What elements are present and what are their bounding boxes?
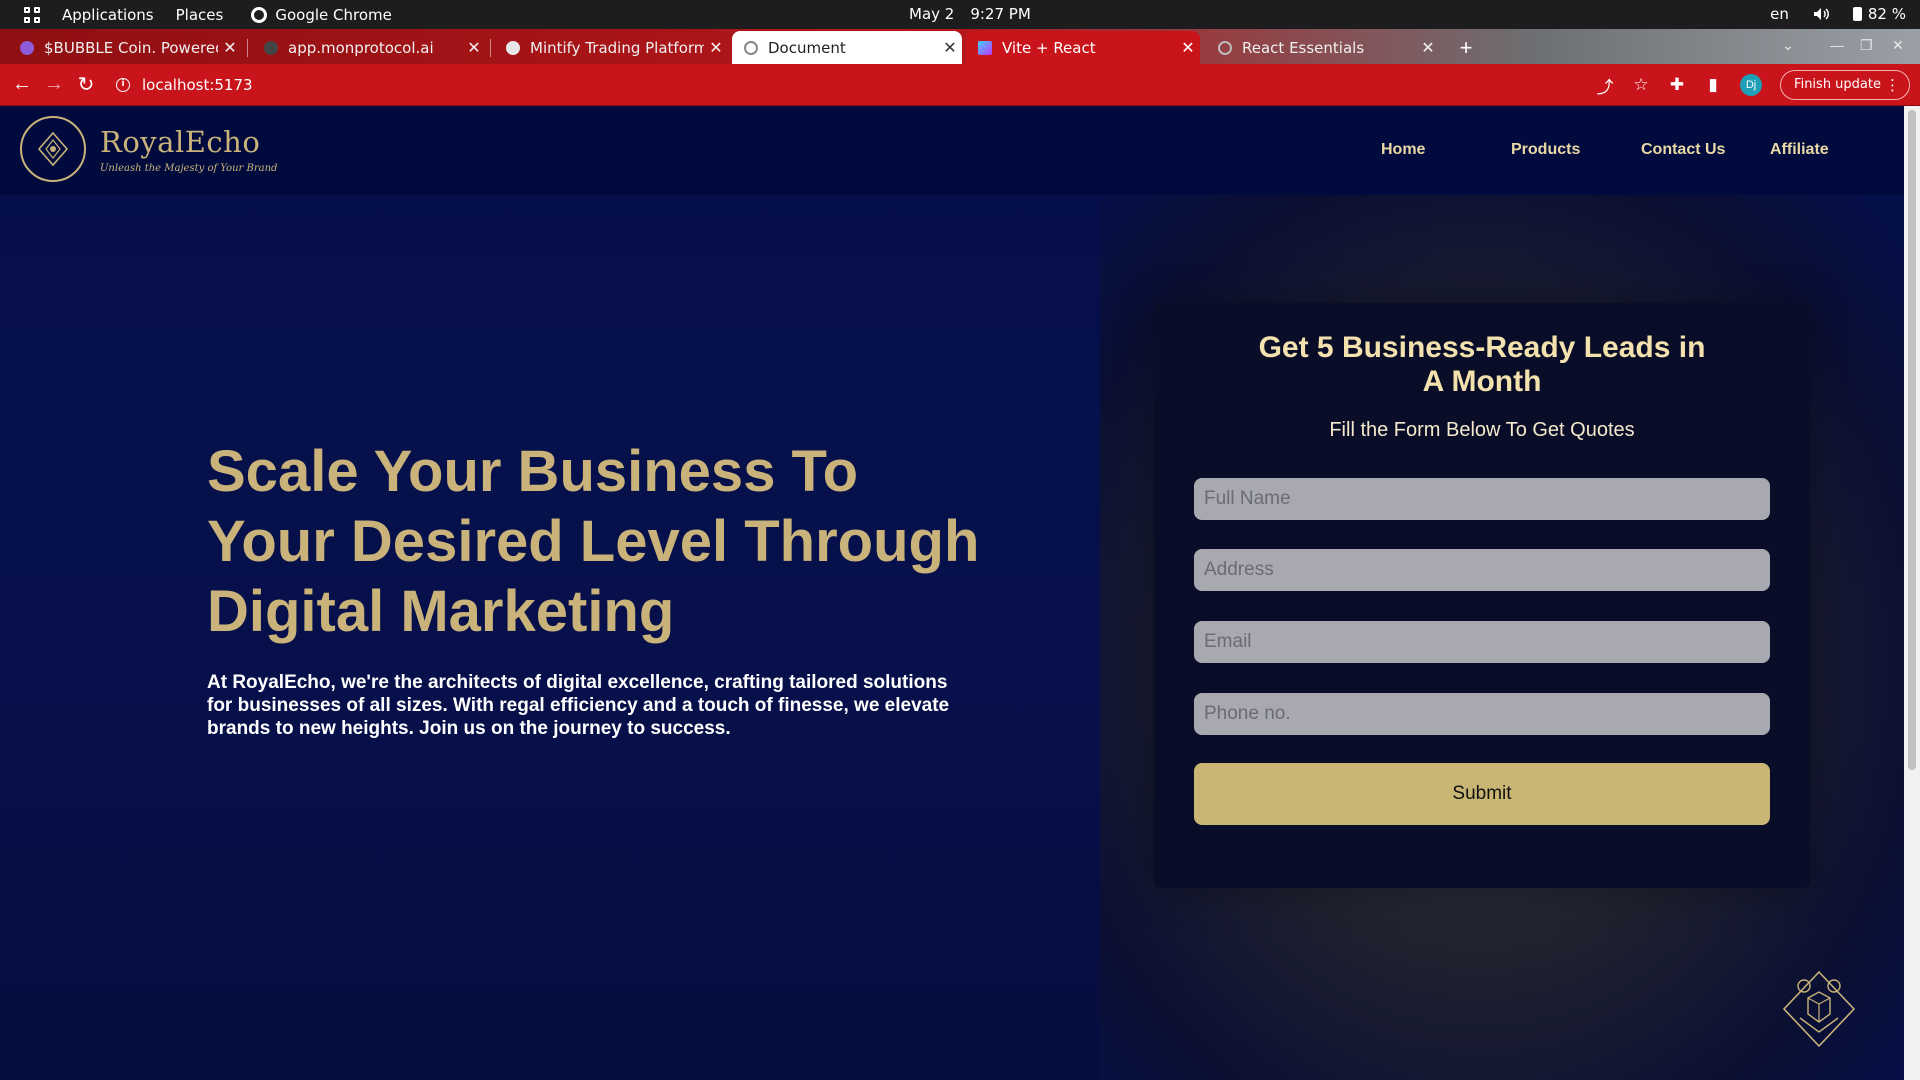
nav-products[interactable]: Products [1511,141,1580,159]
maximize-icon[interactable]: ❐ [1860,37,1873,54]
clock-time: 9:27 PM [970,5,1031,23]
battery-icon [1852,7,1862,21]
tab-document[interactable]: Document ✕ [732,31,962,64]
tab-title: app.monprotocol.ai [288,38,434,57]
lion-crest-icon [1782,970,1856,1048]
tab-title: $BUBBLE Coin. Powered [44,38,218,57]
share-icon[interactable]: ⤴ [1596,73,1614,98]
page-viewport: RoyalEcho Unleash the Majesty of Your Br… [0,106,1904,1080]
close-icon[interactable]: ✕ [1416,38,1440,57]
profile-avatar[interactable]: Dj [1740,74,1763,96]
brand-name: RoyalEcho [100,124,261,159]
tab-favicon-icon [20,40,34,55]
globe-icon [1218,40,1232,55]
lead-form-card: Get 5 Business-Ready Leads in A Month Fi… [1154,303,1810,888]
tab-react-essentials[interactable]: React Essentials ✕ [1206,31,1440,64]
browser-toolbar: ← → ↻ i localhost:5173 ⤴ ☆ ✚ ▮ Dj Finish… [0,64,1920,106]
keyboard-language[interactable]: en [1770,5,1789,23]
brand-logo[interactable]: RoyalEcho Unleash the Majesty of Your Br… [20,116,277,182]
finish-update-button[interactable]: Finish update ⋮ [1780,70,1910,100]
email-input[interactable] [1194,621,1770,663]
form-title-line-2: A Month [1422,365,1542,398]
full-name-input[interactable] [1194,478,1770,520]
close-icon[interactable]: ✕ [462,38,486,57]
places-menu[interactable]: Places [176,6,224,24]
apps-grid-icon[interactable] [24,6,40,23]
close-icon[interactable]: ✕ [704,38,728,57]
volume-icon[interactable] [1813,7,1829,21]
toolbar-actions: ⤴ ☆ ✚ ▮ Dj Finish update ⋮ [1596,70,1910,100]
page-scrollbar[interactable] [1904,106,1920,1080]
tab-separator [490,39,491,57]
hero-title: Scale Your Business To Your Desired Leve… [207,439,980,644]
address-input[interactable] [1194,549,1770,591]
tab-bubble-coin[interactable]: $BUBBLE Coin. Powered ✕ [8,31,242,64]
clock-date: May 2 [909,5,955,23]
active-app-name: Google Chrome [275,5,392,24]
bookmark-star-icon[interactable]: ☆ [1632,75,1650,95]
tab-favicon-icon [264,40,278,55]
address-bar[interactable]: i localhost:5173 [116,76,253,94]
form-title: Get 5 Business-Ready Leads in A Month [1154,331,1810,399]
tab-favicon-icon [506,40,520,55]
submit-button[interactable]: Submit [1194,763,1770,825]
brand-tagline: Unleash the Majesty of Your Brand [100,162,278,174]
battery-percent: 82 % [1867,5,1906,23]
more-options-icon[interactable]: ⋮ [1885,71,1900,99]
close-icon[interactable]: ✕ [218,38,242,57]
site-info-icon[interactable]: i [116,77,130,92]
nav-home[interactable]: Home [1381,141,1425,159]
tab-monprotocol[interactable]: app.monprotocol.ai ✕ [252,31,486,64]
scrollbar-thumb[interactable] [1908,110,1916,770]
side-panel-icon[interactable]: ▮ [1704,75,1722,95]
nav-affiliate[interactable]: Affiliate [1770,141,1829,159]
tab-search-icon[interactable]: ⌄ [1782,37,1794,54]
applications-menu[interactable]: Applications [62,6,154,24]
clock[interactable]: May 2 9:27 PM [909,5,1031,23]
back-icon[interactable]: ← [6,73,38,96]
royal-crest-icon [20,116,86,182]
globe-icon [744,40,758,55]
tab-title: Document [768,38,846,57]
system-tray[interactable]: en 82 % [1770,5,1906,23]
new-tab-icon[interactable]: + [1454,35,1478,61]
close-icon[interactable]: ✕ [1176,38,1200,57]
minimize-icon[interactable]: — [1830,37,1844,53]
tab-title: Vite + React [1002,38,1096,57]
phone-input[interactable] [1194,693,1770,735]
tab-mintify[interactable]: Mintify Trading Platform ✕ [494,31,728,64]
tab-title: Mintify Trading Platform [530,38,704,57]
close-window-icon[interactable]: ✕ [1892,37,1904,54]
url-text[interactable]: localhost:5173 [142,76,253,94]
close-icon[interactable]: ✕ [938,38,962,57]
form-subtitle: Fill the Form Below To Get Quotes [1329,419,1635,441]
battery-status[interactable]: 82 % [1852,5,1906,23]
reload-icon[interactable]: ↻ [70,72,102,97]
site-navbar: RoyalEcho Unleash the Majesty of Your Br… [0,106,1904,195]
forward-icon[interactable]: → [38,73,70,96]
browser-tab-strip: $BUBBLE Coin. Powered ✕ app.monprotocol.… [0,29,1920,64]
chrome-icon [251,6,268,23]
system-top-bar: Applications Places Google Chrome May 2 … [0,0,1920,29]
hero-description: At RoyalEcho, we're the architects of di… [207,672,950,739]
tab-vite-react[interactable]: Vite + React ✕ [966,31,1200,64]
tab-title: React Essentials [1242,38,1365,57]
active-app-indicator[interactable]: Google Chrome [251,6,392,24]
nav-contact-us[interactable]: Contact Us [1641,141,1725,159]
tab-separator [247,39,248,57]
finish-update-label: Finish update [1794,77,1881,92]
vite-icon [978,40,992,55]
extensions-icon[interactable]: ✚ [1668,75,1686,95]
form-title-line-1: Get 5 Business-Ready Leads in [1258,331,1706,364]
